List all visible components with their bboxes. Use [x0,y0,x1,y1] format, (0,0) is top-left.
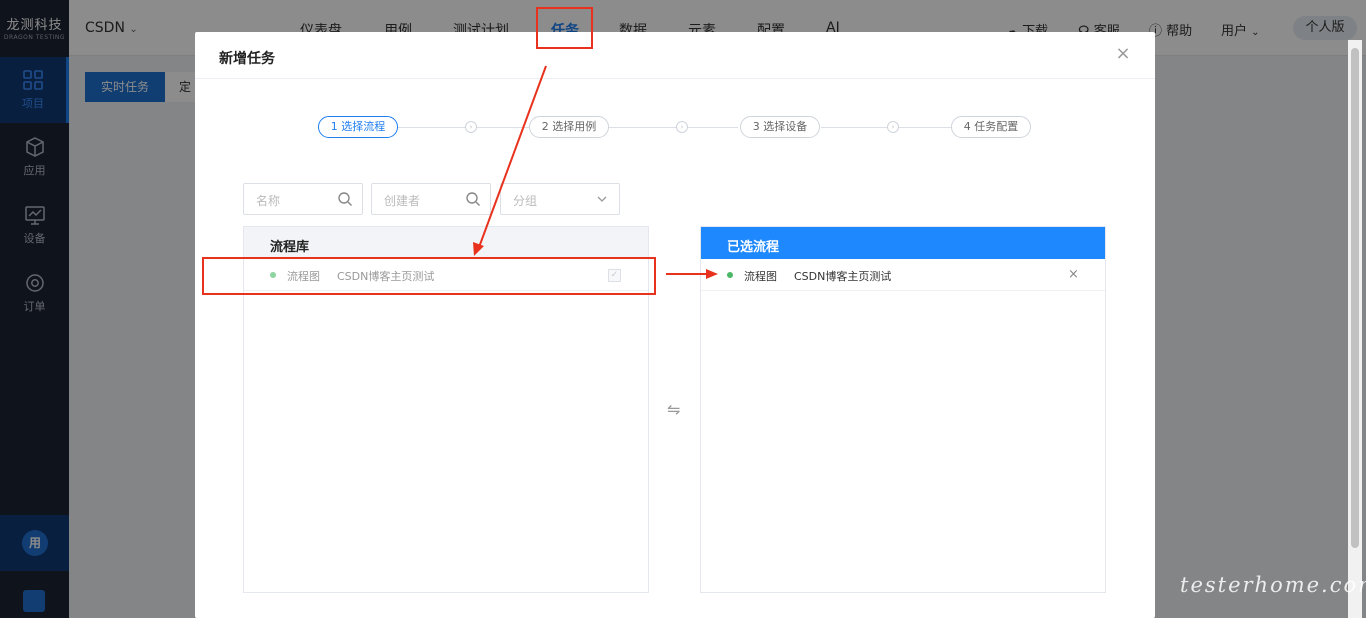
annotation-arrowhead [706,269,718,279]
annotation-arrow-down [477,65,547,251]
annotation-arrowhead [473,242,484,256]
watermark: testerhome.com [1180,573,1366,597]
annotation-arrows [473,65,718,279]
